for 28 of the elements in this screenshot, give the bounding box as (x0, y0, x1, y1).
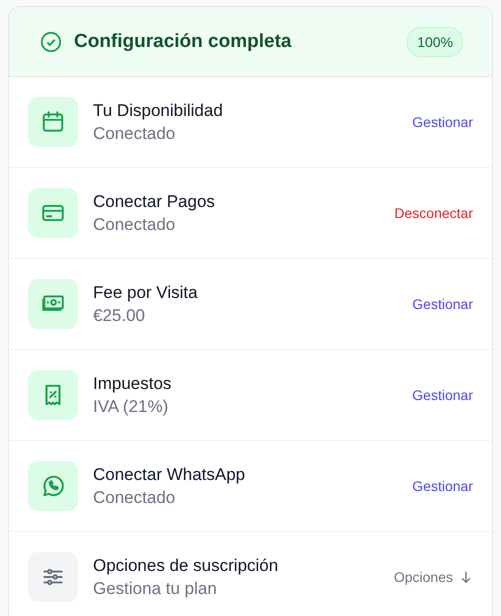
item-title: Conectar Pagos (93, 192, 216, 212)
item-status: Conectado (93, 214, 176, 234)
item-title: Conectar WhatsApp (93, 464, 246, 484)
manage-link[interactable]: Gestionar (412, 296, 473, 312)
header-title: Configuración completa (74, 30, 292, 52)
item-status: Gestiona tu plan (93, 578, 218, 598)
disconnect-link[interactable]: Desconectar (394, 205, 473, 221)
item-status: €25.00 (93, 306, 146, 326)
item-status: Conectado (93, 488, 176, 508)
calendar-icon (28, 97, 78, 147)
manage-link[interactable]: Gestionar (412, 478, 473, 494)
manage-link[interactable]: Gestionar (412, 387, 473, 403)
banknote-icon (28, 279, 78, 329)
item-status: Conectado (93, 124, 176, 144)
progress-badge: 100% (407, 26, 463, 56)
options-dropdown[interactable]: Opciones (394, 569, 473, 585)
item-title: Fee por Visita (93, 282, 199, 302)
manage-link[interactable]: Gestionar (412, 114, 473, 130)
check-circle-icon (40, 30, 62, 52)
credit-card-icon (28, 188, 78, 238)
item-title: Impuestos (93, 374, 172, 394)
receipt-icon (28, 370, 78, 420)
sliders-icon (28, 552, 78, 602)
item-title: Tu Disponibilidad (93, 100, 224, 120)
item-status: IVA (21%) (93, 396, 170, 416)
down-arrow-icon (459, 570, 473, 584)
item-title: Opciones de suscripción (93, 556, 280, 576)
whatsapp-icon (28, 461, 78, 511)
